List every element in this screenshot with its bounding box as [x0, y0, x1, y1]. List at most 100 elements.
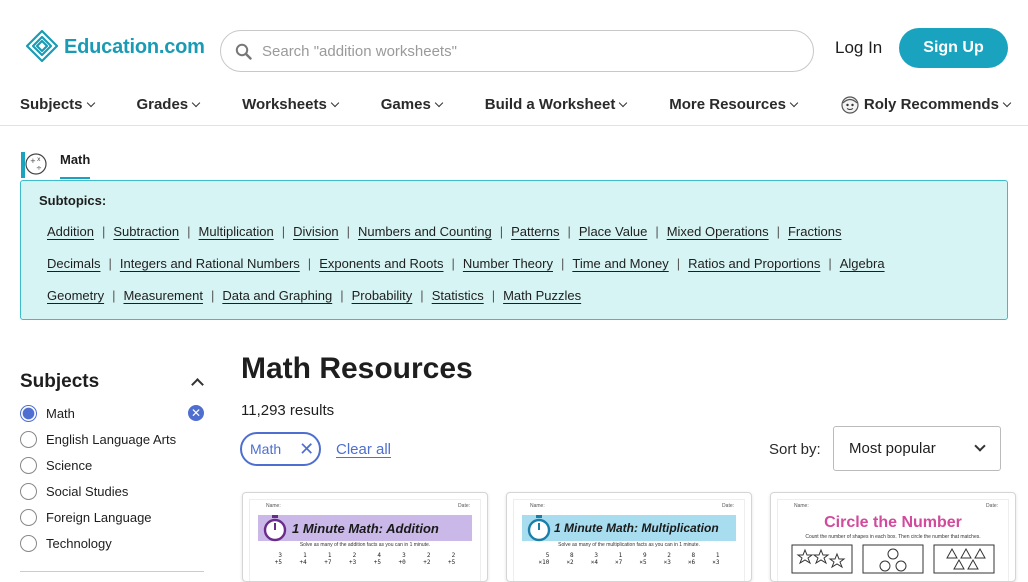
subtopic-link[interactable]: Data and Graphing	[214, 288, 340, 303]
problem-top: 1	[303, 552, 307, 559]
problem-top: 9	[642, 552, 647, 559]
problem-bottom: +5	[448, 559, 456, 566]
problem: 2 +5	[448, 552, 455, 566]
stopwatch-icon	[527, 515, 551, 542]
login-link[interactable]: Log In	[835, 38, 882, 58]
svg-text:÷: ÷	[36, 164, 42, 172]
resource-card[interactable]: Name: Date: 1 Minute Math: Multiplication…	[506, 492, 752, 582]
problem-top: 1	[618, 552, 623, 559]
radio[interactable]	[20, 430, 37, 448]
clear-all-link[interactable]: Clear all	[336, 441, 391, 458]
subtopic-link[interactable]: Probability	[344, 288, 421, 303]
subject-option-label: Math	[46, 405, 75, 421]
resource-card[interactable]: Name: Date: 1 Minute Math: Addition Solve…	[242, 492, 488, 582]
problem-top: 3	[402, 552, 406, 559]
nav-games[interactable]: Games	[381, 94, 444, 114]
problem: 1 ×3	[712, 552, 719, 566]
subtopic-link[interactable]: Numbers and Counting	[350, 224, 500, 239]
subtopic-link[interactable]: Division	[285, 224, 347, 239]
subjects-list: Math ✕ English Language Arts Science Soc…	[20, 400, 204, 556]
worksheet-field: Name:	[530, 503, 545, 509]
triangles-shape-box	[933, 544, 995, 574]
radio[interactable]	[20, 508, 37, 526]
radio-checked[interactable]	[20, 404, 37, 422]
subtopic-link[interactable]: Integers and Rational Numbers	[112, 256, 308, 271]
problem-top: 8	[570, 552, 574, 559]
active-filter-chip[interactable]: Math ✕	[240, 432, 321, 466]
problem-bottom: ×7	[615, 559, 623, 566]
subtopic-link[interactable]: Time and Money	[564, 256, 676, 271]
search-input[interactable]	[262, 42, 792, 60]
subtopic-link[interactable]: Place Value	[571, 224, 655, 239]
circles-shape-box	[862, 544, 924, 574]
nav-grades[interactable]: Grades	[136, 94, 201, 114]
worksheet-subtitle: Count the number of shapes in each box. …	[805, 534, 981, 540]
subject-option-math[interactable]: Math ✕	[20, 400, 204, 426]
problem: 9 ×5	[639, 552, 646, 566]
subject-option-foreign-language[interactable]: Foreign Language	[20, 504, 204, 530]
problem-bottom: ×6	[687, 559, 696, 566]
subtopic-link[interactable]: Multiplication	[191, 224, 282, 239]
subtopics-row: Decimals | Integers and Rational Numbers |…	[39, 254, 989, 272]
site-header: Education.com Log In Sign Up Subjects Gr…	[0, 0, 1028, 126]
results-count: 11,293 results	[241, 402, 335, 419]
nav-label: Worksheets	[242, 95, 327, 113]
problem-bottom: +3	[349, 559, 357, 566]
problem-top: 8	[691, 552, 696, 559]
chevron-down-icon	[191, 98, 201, 107]
chevron-up-icon[interactable]	[191, 378, 204, 391]
nav-more-resources[interactable]: More Resources	[669, 94, 799, 114]
subjects-filter-header[interactable]: Subjects	[20, 368, 204, 396]
subject-option-technology[interactable]: Technology	[20, 530, 204, 556]
problem: 8 ×6	[688, 552, 695, 566]
worksheet-title-bar: 1 Minute Math: Multiplication	[522, 515, 736, 542]
subtopic-link[interactable]: Decimals	[39, 256, 108, 271]
problem: 2 +2	[423, 552, 430, 566]
radio[interactable]	[20, 534, 37, 552]
subtopic-link[interactable]: Math Puzzles	[495, 288, 589, 303]
subject-option-science[interactable]: Science	[20, 452, 204, 478]
nav-roly-recommends[interactable]: Roly Recommends	[840, 94, 1012, 114]
shapes-row	[778, 540, 1008, 574]
subtopic-link[interactable]: Fractions	[780, 224, 849, 239]
subtopic-link[interactable]: Statistics	[424, 288, 492, 303]
subject-option-label: Social Studies	[46, 483, 129, 499]
logo-text: Education.com	[64, 35, 205, 58]
subject-option-social-studies[interactable]: Social Studies	[20, 478, 204, 504]
subtopic-link[interactable]: Measurement	[115, 288, 210, 303]
nav-worksheets[interactable]: Worksheets	[242, 94, 340, 114]
problem-bottom: ×3	[663, 559, 671, 566]
site-logo[interactable]: Education.com	[24, 28, 205, 66]
close-icon[interactable]: ✕	[299, 440, 314, 458]
subtopic-link[interactable]: Subtraction	[105, 224, 187, 239]
search-bar[interactable]	[220, 30, 814, 72]
problem: 1 ×7	[615, 552, 622, 566]
subtopic-link[interactable]: Patterns	[503, 224, 567, 239]
nav-subjects[interactable]: Subjects	[20, 94, 95, 114]
resource-card[interactable]: Name: Date: Circle the Number Count the n…	[770, 492, 1016, 582]
radio[interactable]	[20, 482, 37, 500]
subtopic-link[interactable]: Algebra	[832, 256, 893, 271]
subtopic-link[interactable]: Ratios and Proportions	[680, 256, 828, 271]
nav-build-worksheet[interactable]: Build a Worksheet	[485, 94, 628, 114]
remove-filter-icon[interactable]: ✕	[188, 405, 204, 421]
subject-option-label: Foreign Language	[46, 509, 152, 525]
page-title: Math Resources	[241, 352, 473, 385]
worksheet-field: Name:	[794, 503, 809, 509]
worksheet-field: Name:	[266, 503, 281, 509]
radio[interactable]	[20, 456, 37, 474]
problem-top: 5	[545, 552, 550, 559]
subtopic-link[interactable]: Exponents and Roots	[311, 256, 451, 271]
signup-button[interactable]: Sign Up	[899, 28, 1008, 68]
subject-tab-math[interactable]: + ÷ x Math	[20, 148, 91, 179]
subtopic-link[interactable]: Geometry	[39, 288, 112, 303]
worksheet-problems: 3 +5 1 +4 1 +7 2 +3 4 +5 3 +0 2 +2 2 +5	[250, 548, 480, 566]
subject-option-ela[interactable]: English Language Arts	[20, 426, 204, 452]
problem-bottom: +5	[373, 559, 381, 566]
worksheet-thumbnail: Name: Date: 1 Minute Math: Addition Solve…	[249, 499, 481, 581]
subtopic-link[interactable]: Number Theory	[455, 256, 561, 271]
sort-select[interactable]: Most popular	[833, 426, 1001, 471]
subtopic-link[interactable]: Addition	[39, 224, 102, 239]
subtopics-row: Geometry | Measurement | Data and Graphing…	[39, 286, 989, 304]
subtopic-link[interactable]: Mixed Operations	[659, 224, 777, 239]
